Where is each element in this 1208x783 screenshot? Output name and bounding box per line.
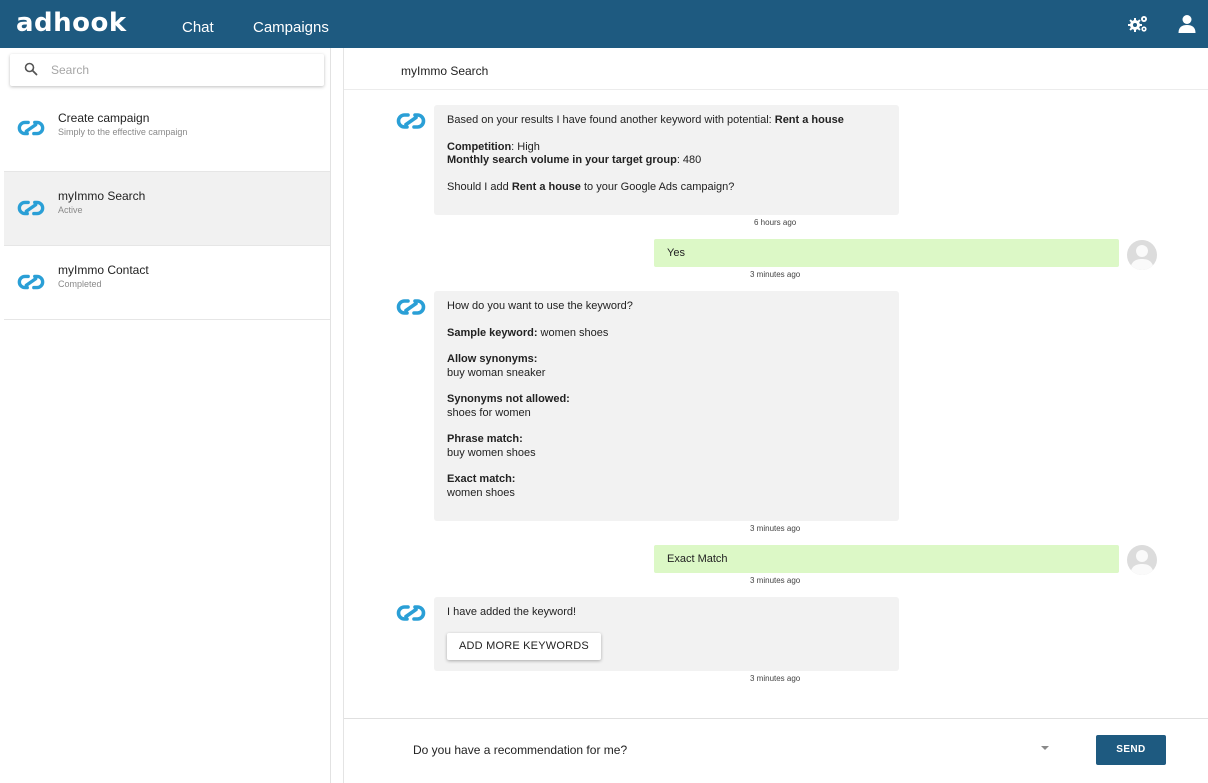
bot-chain-link-icon [396, 297, 426, 317]
sidebar-item-title: myImmo Contact [58, 263, 149, 277]
sidebar-item-create-campaign[interactable]: Create campaign Simply to the effective … [4, 98, 330, 172]
nav-campaigns-link[interactable]: Campaigns [253, 19, 329, 36]
chat-panel: myImmo Search Based on your results I ha… [343, 48, 1208, 783]
message-text: Based on your results I have found anoth… [447, 114, 886, 128]
user-avatar [1127, 545, 1157, 575]
campaign-list: Create campaign Simply to the effective … [4, 98, 330, 320]
allow-synonyms: Allow synonyms: buy woman sneaker [447, 353, 886, 380]
keyword-stats: Competition: High Monthly search volume … [447, 141, 886, 168]
top-app-bar: adhook Chat Campaigns [0, 0, 1208, 48]
message-timestamp: 3 minutes ago [750, 576, 801, 585]
synonyms-not-allowed: Synonyms not allowed: shoes for women [447, 393, 886, 420]
sample-value: women shoes [537, 326, 609, 339]
volume-label: Monthly search volume in your target gro… [447, 154, 677, 166]
app-logo[interactable]: adhook [16, 8, 127, 38]
message-list[interactable]: Based on your results I have found anoth… [344, 90, 1208, 715]
message-composer: SEND [344, 718, 1208, 783]
bot-message-bubble: How do you want to use the keyword? Samp… [434, 291, 899, 521]
bot-message-bubble: I have added the keyword! ADD MORE KEYWO… [434, 597, 899, 671]
exact-value: women shoes [447, 486, 515, 499]
sidebar-item-myimmo-contact[interactable]: myImmo Contact Completed [4, 246, 330, 320]
user-account-icon[interactable] [1178, 14, 1198, 34]
bot-message-bubble: Based on your results I have found anoth… [434, 105, 899, 215]
bot-chain-link-icon [396, 111, 426, 131]
sidebar-item-title: myImmo Search [58, 189, 146, 203]
competition-label: Competition [447, 140, 512, 153]
campaign-sidebar: Create campaign Simply to the effective … [0, 48, 331, 783]
message-text-part: Based on your results I have found anoth… [447, 114, 775, 126]
message-text: How do you want to use the keyword? [447, 300, 633, 312]
message-timestamp: 3 minutes ago [750, 524, 801, 533]
nav-chat-link[interactable]: Chat [182, 19, 214, 36]
chain-link-icon [17, 198, 45, 218]
chat-title: myImmo Search [401, 64, 489, 78]
chain-link-icon [17, 272, 45, 292]
message-timestamp: 6 hours ago [754, 218, 797, 227]
chat-header: myImmo Search [344, 48, 1208, 90]
chain-link-icon [17, 118, 45, 138]
add-more-keywords-button[interactable]: ADD MORE KEYWORDS [447, 632, 601, 660]
phrase-label: Phrase match: [447, 433, 523, 445]
suggestions-dropdown-arrow-icon[interactable] [1041, 746, 1049, 750]
syn-value: buy woman sneaker [447, 366, 546, 379]
phrase-match: Phrase match: buy women shoes [447, 433, 886, 460]
message-text: I have added the keyword! [447, 606, 577, 618]
keyword-highlight: Rent a house [511, 180, 581, 193]
search-box[interactable] [10, 54, 324, 86]
phrase-value: buy women shoes [447, 446, 536, 459]
sidebar-item-title: Create campaign [58, 111, 150, 125]
message-timestamp: 3 minutes ago [750, 270, 801, 279]
sidebar-item-subtitle: Active [58, 205, 83, 215]
keyword-highlight: Rent a house [774, 114, 844, 126]
user-message-bubble: Exact Match [654, 545, 1119, 573]
search-icon [24, 62, 38, 76]
message-text-part: to your Google Ads campaign? [580, 180, 735, 193]
nosyn-value: shoes for women [447, 406, 531, 419]
sidebar-item-myimmo-search[interactable]: myImmo Search Active [4, 172, 330, 246]
message-question: Should I add Rent a house to your Google… [447, 181, 886, 195]
message-input[interactable] [413, 741, 1033, 759]
sidebar-item-subtitle: Completed [58, 279, 102, 289]
bot-chain-link-icon [396, 603, 426, 623]
message-timestamp: 3 minutes ago [750, 674, 801, 683]
sample-keyword: Sample keyword: women shoes [447, 327, 886, 341]
message-text-part: Should I add [447, 180, 512, 193]
settings-gears-icon[interactable] [1127, 14, 1147, 34]
search-input[interactable] [51, 60, 311, 80]
user-message-bubble: Yes [654, 239, 1119, 267]
exact-match: Exact match: women shoes [447, 473, 886, 500]
syn-label: Allow synonyms: [447, 353, 538, 365]
exact-label: Exact match: [447, 473, 516, 485]
nosyn-label: Synonyms not allowed: [447, 393, 570, 405]
competition-value: : High [511, 140, 540, 153]
sidebar-item-subtitle: Simply to the effective campaign [58, 127, 188, 137]
user-avatar [1127, 240, 1157, 270]
send-button[interactable]: SEND [1096, 735, 1166, 765]
sample-label: Sample keyword: [447, 326, 538, 339]
volume-value: : 480 [676, 154, 702, 166]
